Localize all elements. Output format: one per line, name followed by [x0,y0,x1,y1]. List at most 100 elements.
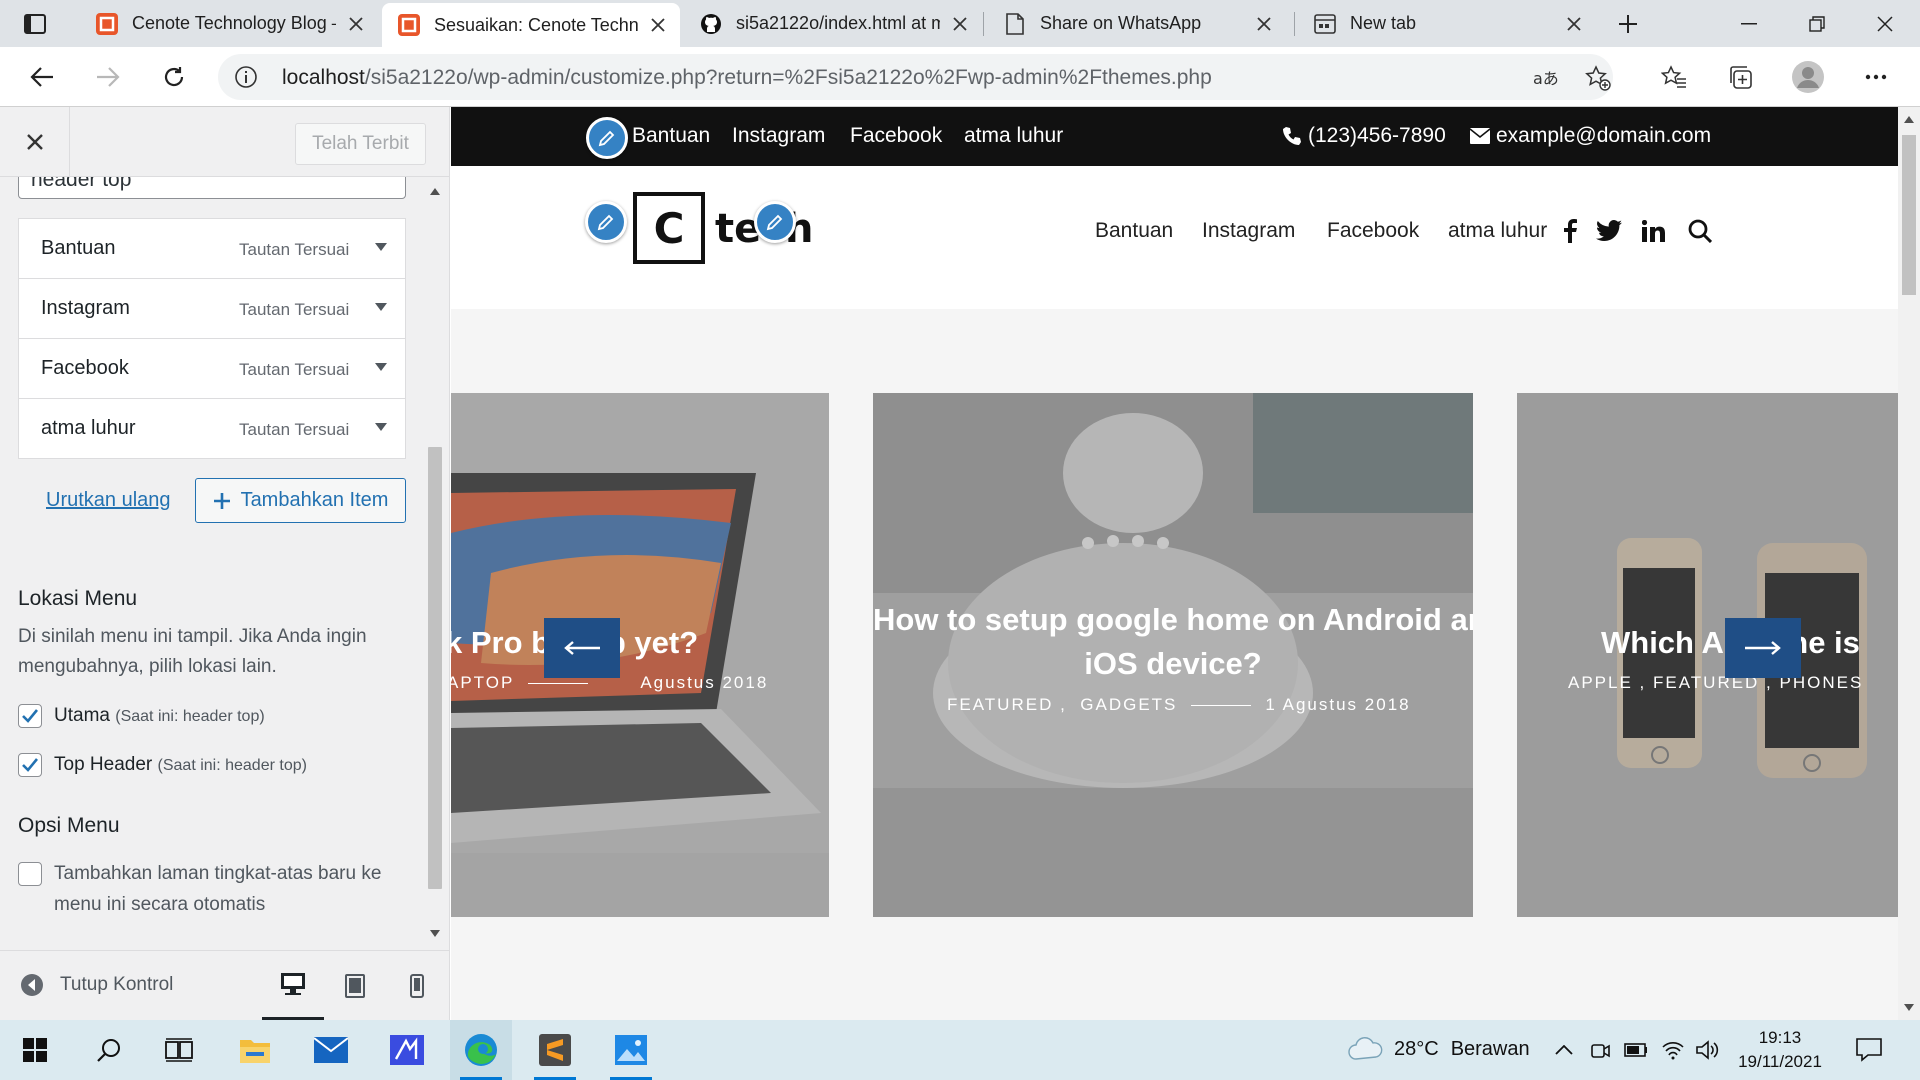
more-options-icon[interactable] [1860,61,1892,93]
slide-category[interactable]: FEATURED [947,695,1053,714]
mail-icon[interactable] [300,1020,362,1080]
tab-cenote-blog[interactable]: Cenote Technology Blog – [80,0,378,47]
linkedin-icon[interactable] [1641,218,1667,244]
tab-customizer-active[interactable]: Sesuaikan: Cenote Techno [382,3,680,47]
site-logo-box[interactable]: C [633,192,705,264]
search-icon[interactable] [1687,218,1713,244]
edit-shortcut-pencil-icon[interactable] [586,117,628,159]
sublime-text-icon[interactable] [524,1020,586,1080]
collapse-controls-button[interactable]: Tutup Kontrol [20,973,173,997]
auto-add-pages-row[interactable]: Tambahkan laman tingkat-atas baru ke men… [18,862,404,920]
add-item-button[interactable]: Tambahkan Item [195,478,406,523]
volume-icon[interactable] [1695,1037,1721,1063]
tab-whatsapp[interactable]: Share on WhatsApp [988,0,1286,47]
profile-avatar[interactable] [1792,61,1824,93]
top-link-atma-luhur[interactable]: atma luhur [964,124,1063,148]
close-tab-icon[interactable] [1564,14,1584,34]
weather-widget[interactable]: 28°C Berawan [1348,1037,1530,1061]
slide-laptop[interactable]: k Pro b btop yet? APTOPAgustus 2018 [451,393,829,917]
scroll-up-icon[interactable] [1904,115,1914,123]
close-tab-icon[interactable] [648,15,668,35]
system-clock[interactable]: 19:13 19/11/2021 [1730,1026,1830,1074]
customizer-scrollbar[interactable] [424,177,446,967]
menu-item-bantuan[interactable]: Bantuan Tautan Tersuai [18,218,406,279]
restore-icon[interactable] [1782,0,1852,47]
file-explorer-icon[interactable] [224,1020,286,1080]
auto-add-pages-checkbox[interactable] [18,862,42,886]
publish-button[interactable]: Telah Terbit [295,123,426,165]
menu-item-facebook[interactable]: Facebook Tautan Tersuai [18,338,406,399]
favorites-icon[interactable] [1658,61,1690,93]
reload-icon[interactable] [156,59,192,95]
battery-icon[interactable] [1623,1037,1649,1063]
task-view-icon[interactable] [148,1020,210,1080]
tab-new-tab[interactable]: New tab [1298,0,1596,47]
slide-category[interactable]: APTOP [451,673,514,692]
caret-down-icon[interactable] [374,302,388,312]
edit-shortcut-pencil-icon[interactable] [585,201,627,243]
address-bar[interactable]: localhost/si5a2122o/wp-admin/customize.p… [218,54,1613,100]
nav-link-instagram[interactable]: Instagram [1202,219,1295,243]
slide-google-home[interactable]: How to setup google home on Android and … [873,393,1473,917]
slider-prev-arrow-icon[interactable] [544,618,620,678]
search-icon[interactable] [78,1020,140,1080]
tab-actions-icon[interactable] [18,12,52,36]
menu-item-atma-luhur[interactable]: atma luhur Tautan Tersuai [18,398,406,459]
scroll-up-icon[interactable] [428,187,442,199]
slide-iphone[interactable]: Which Ap hone is APPLE , FEATURED , PHON… [1517,393,1898,917]
scroll-down-icon[interactable] [428,930,442,942]
forward-arrow-icon[interactable] [90,59,126,95]
scroll-down-icon[interactable] [1904,1004,1914,1012]
location-top-header-row[interactable]: Top Header (Saat ini: header top) [18,753,307,778]
top-link-instagram[interactable]: Instagram [732,124,825,148]
close-tab-icon[interactable] [1254,14,1274,34]
close-window-icon[interactable] [1850,0,1920,47]
tab-github[interactable]: si5a2122o/index.html at m [684,0,982,47]
contact-phone[interactable]: (123)456-7890 [1282,124,1446,148]
nav-link-bantuan[interactable]: Bantuan [1095,219,1173,243]
windows-start-icon[interactable] [4,1020,66,1080]
twitter-icon[interactable] [1596,218,1622,244]
nav-link-facebook[interactable]: Facebook [1327,219,1419,243]
chevron-up-icon[interactable] [1551,1037,1577,1063]
close-tab-icon[interactable] [950,14,970,34]
top-link-bantuan[interactable]: Bantuan [632,124,710,148]
slider-next-arrow-icon[interactable] [1725,618,1801,678]
contact-email[interactable]: example@domain.com [1470,124,1711,148]
caret-down-icon[interactable] [374,422,388,432]
scrollbar-thumb[interactable] [1902,135,1916,295]
edge-browser-icon[interactable] [450,1020,512,1080]
notifications-icon[interactable] [1856,1037,1882,1063]
tablet-preview-icon[interactable] [324,951,386,1020]
scrollbar-thumb[interactable] [428,447,442,889]
back-arrow-icon[interactable] [24,59,60,95]
mobile-preview-icon[interactable] [386,951,448,1020]
location-utama-row[interactable]: Utama (Saat ini: header top) [18,704,265,729]
location-utama-checkbox[interactable] [18,704,42,728]
photos-app-icon[interactable] [600,1020,662,1080]
location-top-header-checkbox[interactable] [18,753,42,777]
new-tab-button[interactable] [1614,10,1642,38]
caret-down-icon[interactable] [374,362,388,372]
collections-icon[interactable] [1724,61,1756,93]
add-favorite-icon[interactable] [1584,64,1612,92]
vscode-like-app-icon[interactable] [376,1020,438,1080]
preview-scrollbar[interactable] [1898,107,1920,1020]
read-aloud-icon[interactable]: aあ [1532,64,1560,92]
url-text[interactable]: localhost/si5a2122o/wp-admin/customize.p… [282,66,1212,90]
close-customizer-icon[interactable] [0,107,70,177]
wifi-icon[interactable] [1660,1037,1686,1063]
top-link-facebook[interactable]: Facebook [850,124,942,148]
menu-item-instagram[interactable]: Instagram Tautan Tersuai [18,278,406,339]
reorder-link[interactable]: Urutkan ulang [46,489,171,512]
slide-title[interactable]: How to setup google home on Android and … [873,598,1473,686]
site-info-icon[interactable] [234,65,258,89]
slide-category[interactable]: GADGETS [1080,695,1177,714]
facebook-icon[interactable] [1557,218,1583,244]
minimize-icon[interactable] [1714,0,1784,47]
caret-down-icon[interactable] [374,242,388,252]
close-tab-icon[interactable] [346,14,366,34]
edit-shortcut-pencil-icon[interactable] [754,201,796,243]
meet-now-icon[interactable] [1587,1037,1613,1063]
desktop-preview-icon[interactable] [262,951,324,1020]
